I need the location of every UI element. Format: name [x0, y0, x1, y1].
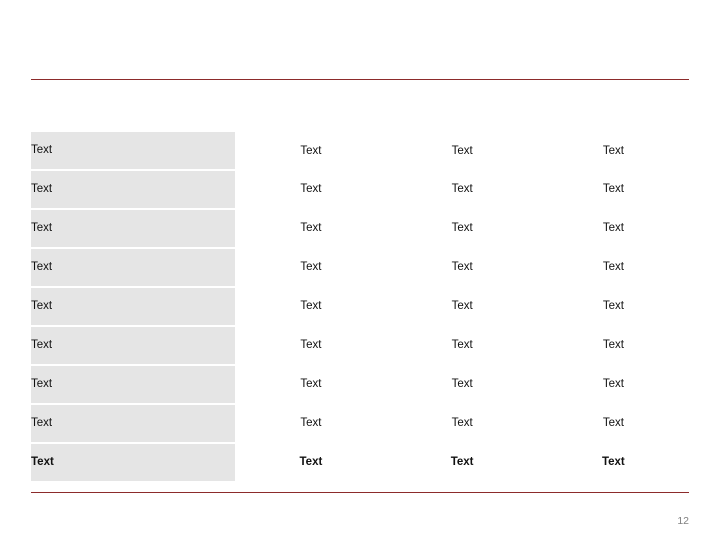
- row-value-3: Text: [602, 300, 624, 312]
- table-row: Text Text Text Text: [31, 404, 689, 444]
- row-value-1: Text: [300, 144, 322, 157]
- page-number: 12: [677, 515, 689, 527]
- row-label: Text: [31, 170, 236, 210]
- table-row: Text Text Text Text: [31, 170, 689, 210]
- row-value-3: Text: [601, 456, 625, 468]
- table-row-total: Text Text Text Text: [31, 443, 689, 483]
- row-value-1: Text: [300, 261, 322, 273]
- row-value-3: Text: [602, 222, 624, 234]
- row-value-2: Text: [451, 300, 473, 312]
- data-table-container: Text Text Text Text Text Text Text Text …: [31, 132, 689, 483]
- row-label: Text: [31, 326, 236, 366]
- row-label: Text: [31, 404, 236, 444]
- row-value-2: Text: [451, 144, 473, 157]
- row-value-3: Text: [602, 144, 624, 157]
- row-value-1: Text: [300, 183, 322, 195]
- row-label: Text: [31, 287, 236, 327]
- row-value-2: Text: [451, 378, 473, 390]
- row-label: Text: [31, 132, 236, 171]
- row-value-2: Text: [451, 261, 473, 273]
- row-value-3: Text: [602, 378, 624, 390]
- row-value-3: Text: [602, 261, 624, 273]
- table-row: Text Text Text Text: [31, 132, 689, 171]
- row-value-2: Text: [450, 456, 474, 468]
- top-divider-rule: [31, 79, 689, 80]
- row-value-1: Text: [300, 378, 322, 390]
- bottom-divider-rule: [31, 492, 689, 493]
- row-label: Text: [31, 209, 236, 249]
- slide: Text Text Text Text Text Text Text Text …: [0, 0, 720, 540]
- row-label: Text: [31, 365, 236, 405]
- row-value-2: Text: [451, 183, 473, 195]
- row-value-1: Text: [300, 300, 322, 312]
- row-value-1: Text: [300, 417, 322, 429]
- row-value-2: Text: [451, 339, 473, 351]
- table-body: Text Text Text Text Text Text Text Text …: [31, 132, 689, 483]
- table-row: Text Text Text Text: [31, 365, 689, 405]
- row-value-2: Text: [451, 417, 473, 429]
- row-label: Text: [31, 443, 236, 483]
- row-value-3: Text: [602, 183, 624, 195]
- row-label: Text: [31, 248, 236, 288]
- row-value-2: Text: [451, 222, 473, 234]
- table-row: Text Text Text Text: [31, 326, 689, 366]
- data-table: Text Text Text Text Text Text Text Text …: [31, 132, 689, 483]
- row-value-1: Text: [300, 339, 322, 351]
- row-value-1: Text: [300, 222, 322, 234]
- row-value-3: Text: [602, 339, 624, 351]
- row-value-1: Text: [299, 456, 323, 468]
- table-row: Text Text Text Text: [31, 209, 689, 249]
- row-value-3: Text: [602, 417, 624, 429]
- table-row: Text Text Text Text: [31, 248, 689, 288]
- table-row: Text Text Text Text: [31, 287, 689, 327]
